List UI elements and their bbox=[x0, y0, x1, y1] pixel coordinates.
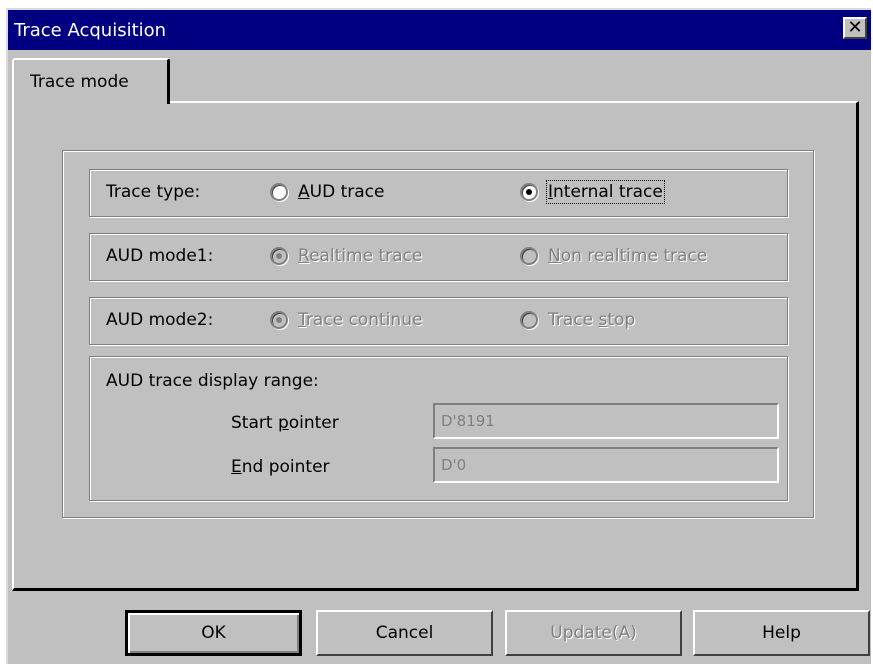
radio-unchecked-disabled-icon[interactable] bbox=[520, 247, 538, 265]
aud-mode1-label: AUD mode1: bbox=[106, 246, 214, 266]
tab-trace-mode[interactable]: Trace mode bbox=[12, 58, 170, 104]
start-pointer-field[interactable]: D'8191 bbox=[433, 403, 779, 439]
radio-trace-stop[interactable]: Trace stop bbox=[520, 310, 635, 330]
end-pointer-field[interactable]: D'0 bbox=[433, 447, 779, 483]
radio-aud-trace[interactable]: AUD trace bbox=[270, 182, 384, 202]
close-icon[interactable]: ✕ bbox=[843, 17, 867, 39]
radio-checked-icon[interactable] bbox=[520, 183, 538, 201]
title-bar[interactable]: Trace Acquisition ✕ bbox=[8, 10, 871, 50]
radio-unchecked-disabled-icon[interactable] bbox=[520, 311, 538, 329]
start-pointer-label: Start pointer bbox=[231, 413, 339, 433]
update-button-label: Update(A) bbox=[550, 623, 637, 643]
display-range-group: AUD trace display range: Start pointer D… bbox=[89, 356, 788, 501]
radio-realtime-trace-label: Realtime trace bbox=[298, 246, 423, 266]
radio-unchecked-icon[interactable] bbox=[270, 183, 288, 201]
radio-trace-continue-label: Trace continue bbox=[298, 310, 423, 330]
radio-realtime-trace[interactable]: Realtime trace bbox=[270, 246, 422, 266]
radio-non-realtime-trace-label: Non realtime trace bbox=[548, 246, 708, 266]
aud-mode2-group: AUD mode2: Trace continue Trace stop bbox=[89, 297, 788, 345]
dialog-title: Trace Acquisition bbox=[14, 20, 167, 41]
radio-internal-trace[interactable]: Internal trace bbox=[520, 180, 665, 204]
trace-type-group: Trace type: AUD trace Internal trace bbox=[89, 169, 788, 217]
update-button[interactable]: Update(A) bbox=[505, 610, 682, 656]
trace-type-label: Trace type: bbox=[106, 182, 201, 202]
tab-label: Trace mode bbox=[30, 72, 129, 92]
end-pointer-label: End pointer bbox=[231, 457, 330, 477]
radio-trace-continue[interactable]: Trace continue bbox=[270, 310, 422, 330]
display-range-label: AUD trace display range: bbox=[106, 371, 319, 391]
radio-trace-stop-label: Trace stop bbox=[548, 310, 636, 330]
radio-checked-disabled-icon[interactable] bbox=[270, 311, 288, 329]
radio-non-realtime-trace[interactable]: Non realtime trace bbox=[520, 246, 707, 266]
ok-button[interactable]: OK bbox=[125, 610, 302, 656]
aud-mode1-group: AUD mode1: Realtime trace Non realtime t… bbox=[89, 233, 788, 281]
cancel-button-label: Cancel bbox=[375, 623, 434, 643]
trace-settings-group: Trace type: AUD trace Internal trace AUD… bbox=[62, 150, 814, 518]
radio-checked-disabled-icon[interactable] bbox=[270, 247, 288, 265]
radio-internal-trace-label: Internal trace bbox=[546, 180, 665, 204]
radio-aud-trace-label: AUD trace bbox=[298, 182, 385, 202]
help-button-label: Help bbox=[762, 623, 801, 643]
ok-button-label: OK bbox=[201, 623, 226, 643]
help-button[interactable]: Help bbox=[693, 610, 870, 656]
cancel-button[interactable]: Cancel bbox=[316, 610, 493, 656]
aud-mode2-label: AUD mode2: bbox=[106, 310, 214, 330]
